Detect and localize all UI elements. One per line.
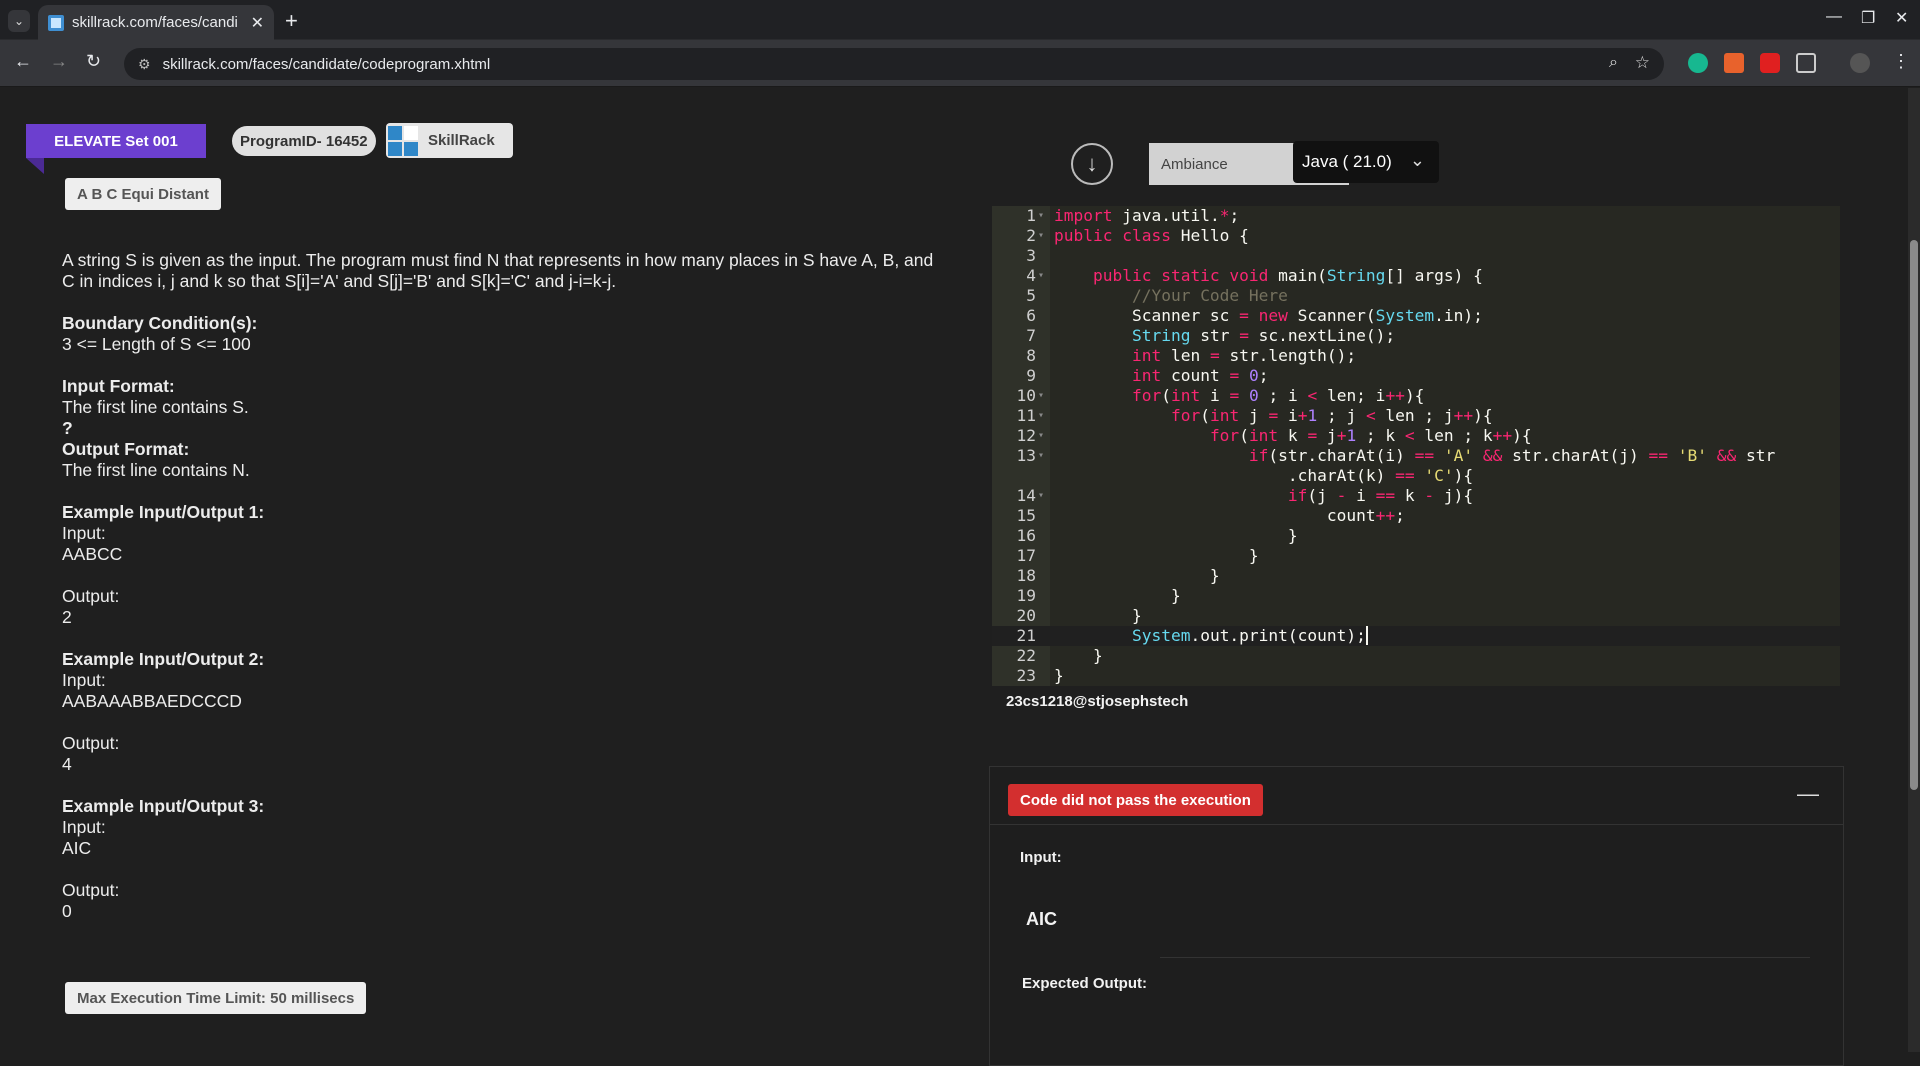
code-line: 11 ▾ for(int j = i+1 ; j < len ; j++){ bbox=[1016, 406, 1493, 425]
tab-title: skillrack.com/faces/candi bbox=[72, 14, 238, 31]
status-badge: Code did not pass the execution bbox=[1008, 784, 1263, 816]
example-1-heading: Example Input/Output 1: bbox=[62, 502, 265, 522]
max-time-badge: Max Execution Time Limit: 50 millisecs bbox=[65, 982, 367, 1014]
code-line: 1 ▾ import java.util.*; bbox=[1026, 206, 1240, 225]
menu-kebab-icon[interactable]: ⋮ bbox=[1892, 51, 1910, 72]
code-line: 23} bbox=[1016, 666, 1064, 685]
minimize-icon[interactable]: — bbox=[1826, 8, 1842, 26]
expected-output-label: Expected Output: bbox=[1022, 975, 1148, 992]
skillrack-favicon-icon bbox=[48, 14, 64, 31]
address-bar[interactable]: ⚙ skillrack.com/faces/candidate/codeprog… bbox=[124, 48, 1664, 80]
restore-icon[interactable]: ❐ bbox=[1861, 8, 1875, 28]
tab-strip: ⌄ skillrack.com/faces/candi ✕ + — ❐ ✕ bbox=[0, 0, 1920, 40]
zoom-icon[interactable]: ⌕ bbox=[1609, 54, 1618, 72]
example-3-output-label: Output: bbox=[62, 880, 120, 900]
code-line: 18 } bbox=[1016, 566, 1220, 585]
browser-tab[interactable]: skillrack.com/faces/candi ✕ bbox=[38, 5, 274, 40]
code-line: 19 } bbox=[1016, 586, 1181, 605]
example-2-heading: Example Input/Output 2: bbox=[62, 649, 265, 669]
bookmark-star-icon[interactable]: ☆ bbox=[1635, 53, 1650, 73]
boundary-text: 3 <= Length of S <= 100 bbox=[62, 334, 251, 354]
question-mark: ? bbox=[62, 418, 73, 438]
chevron-down-icon: ⌄ bbox=[1409, 150, 1425, 170]
profile-avatar[interactable] bbox=[1850, 53, 1870, 73]
example-1-output-label: Output: bbox=[62, 586, 120, 606]
back-icon[interactable]: ← bbox=[14, 51, 32, 72]
problem-description: A string S is given as the input. The pr… bbox=[62, 250, 942, 922]
new-tab-icon[interactable]: + bbox=[285, 8, 298, 34]
input-format-text: The first line contains S. bbox=[62, 397, 249, 417]
problem-title: A B C Equi Distant bbox=[65, 178, 221, 210]
example-2-output-label: Output: bbox=[62, 733, 120, 753]
boundary-heading: Boundary Condition(s): bbox=[62, 313, 258, 333]
reload-icon[interactable]: ↻ bbox=[86, 51, 101, 72]
scroll-down-icon[interactable]: ↓ bbox=[1071, 143, 1113, 185]
scrollbar-thumb[interactable] bbox=[1910, 240, 1918, 790]
code-line: 16 } bbox=[1016, 526, 1298, 545]
program-id-badge: ProgramID- 16452 bbox=[232, 126, 376, 156]
output-format-heading: Output Format: bbox=[62, 439, 190, 459]
extensions-puzzle-icon[interactable] bbox=[1796, 53, 1816, 73]
example-3-output: 0 bbox=[62, 901, 72, 921]
output-format-text: The first line contains N. bbox=[62, 460, 250, 480]
code-line: 13 ▾ if(str.charAt(i) == 'A' && str.charA… bbox=[1016, 446, 1776, 465]
forward-icon[interactable]: → bbox=[50, 51, 68, 72]
code-line: 4 ▾ public static void main(String[] args… bbox=[1026, 266, 1483, 285]
logo-text: SkillRack bbox=[428, 132, 495, 149]
example-3-input: AIC bbox=[62, 838, 92, 858]
language-value: Java ( 21.0) bbox=[1302, 152, 1392, 171]
result-panel: Code did not pass the execution — Input:… bbox=[989, 766, 1844, 1066]
url-text[interactable]: skillrack.com/faces/candidate/codeprogra… bbox=[163, 56, 491, 73]
result-input-value: AIC bbox=[1026, 909, 1057, 929]
code-line: 10 ▾ for(int i = 0 ; i < len; i++){ bbox=[1016, 386, 1425, 405]
divider bbox=[1160, 957, 1810, 958]
code-line: 12 ▾ for(int k = j+1 ; k < len ; k++){ bbox=[1016, 426, 1532, 445]
code-line: 9 int count = 0; bbox=[1026, 366, 1269, 385]
example-2-output: 4 bbox=[62, 754, 72, 774]
code-line: .charAt(k) == 'C'){ bbox=[1054, 466, 1474, 485]
code-line: 6 Scanner sc = new Scanner(System.in); bbox=[1026, 306, 1483, 325]
site-settings-icon[interactable]: ⚙ bbox=[138, 56, 151, 73]
code-line: 7 String str = sc.nextLine(); bbox=[1026, 326, 1396, 345]
code-line: 20 } bbox=[1016, 606, 1142, 625]
code-line: 14 ▾ if(j - i == k - j){ bbox=[1016, 486, 1474, 505]
user-id: 23cs1218@stjosephstech bbox=[1006, 693, 1189, 710]
browser-toolbar: ← → ↻ ⚙ skillrack.com/faces/candidate/co… bbox=[0, 40, 1920, 87]
example-1-output: 2 bbox=[62, 607, 72, 627]
youtube-extension-icon[interactable] bbox=[1760, 53, 1780, 73]
close-tab-icon[interactable]: ✕ bbox=[251, 13, 264, 33]
result-input-label: Input: bbox=[1020, 849, 1062, 866]
code-line: 15 count++; bbox=[1016, 506, 1405, 525]
code-line-active: 21 System.out.print(count); bbox=[992, 626, 1840, 646]
code-line: 22 } bbox=[1016, 646, 1103, 665]
skillrack-logo: SkillRack bbox=[386, 123, 513, 158]
code-line: 17 } bbox=[1016, 546, 1259, 565]
example-1-input: AABCC bbox=[62, 544, 123, 564]
result-header: Code did not pass the execution — bbox=[990, 767, 1843, 825]
example-1-input-label: Input: bbox=[62, 523, 106, 543]
ribbon-fold bbox=[26, 158, 44, 174]
code-line: 8 int len = str.length(); bbox=[1026, 346, 1357, 365]
tab-search-icon[interactable]: ⌄ bbox=[8, 10, 30, 32]
example-3-heading: Example Input/Output 3: bbox=[62, 796, 265, 816]
code-line: 2 ▾ public class Hello { bbox=[1026, 226, 1249, 245]
example-2-input: AABAAABBAEDCCCD bbox=[62, 691, 242, 711]
code-line: 5 //Your Code Here bbox=[1026, 286, 1288, 305]
skillrack-logo-icon bbox=[388, 125, 418, 156]
code-editor[interactable]: 1 ▾ import java.util.*; 2 ▾ public class Hel… bbox=[992, 206, 1840, 686]
problem-statement: A string S is given as the input. The pr… bbox=[62, 250, 934, 291]
example-2-input-label: Input: bbox=[62, 670, 106, 690]
input-format-heading: Input Format: bbox=[62, 376, 175, 396]
set-ribbon: ELEVATE Set 001 bbox=[26, 124, 206, 158]
grammarly-extension-icon[interactable] bbox=[1688, 53, 1708, 73]
page-content: ELEVATE Set 001 ProgramID- 16452 SkillRa… bbox=[0, 88, 1908, 1066]
close-window-icon[interactable]: ✕ bbox=[1895, 8, 1908, 28]
collapse-icon[interactable]: — bbox=[1797, 781, 1819, 807]
code-line: 3 bbox=[1026, 246, 1036, 265]
language-select[interactable]: Java ( 21.0) ⌄ bbox=[1293, 141, 1439, 183]
example-3-input-label: Input: bbox=[62, 817, 106, 837]
extension-icon[interactable] bbox=[1724, 53, 1744, 73]
